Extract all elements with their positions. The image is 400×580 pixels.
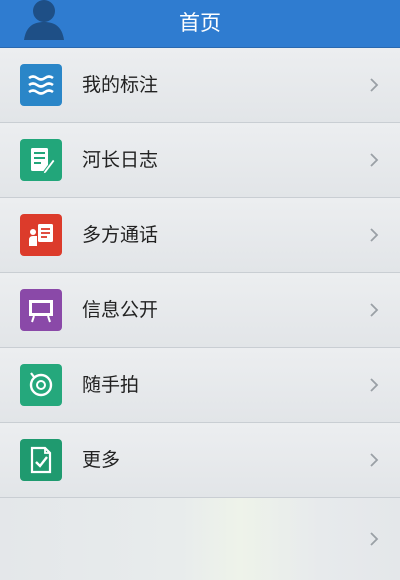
menu-item-label: 随手拍 — [82, 374, 140, 396]
chevron-right-icon — [368, 151, 380, 169]
camera-icon — [20, 364, 62, 406]
menu-item-label: 多方通话 — [82, 224, 159, 246]
menu-list: 我的标注 河长日志 多方通话 信息公开 随手拍 更多 — [0, 48, 400, 580]
menu-item-label: 信息公开 — [82, 299, 159, 321]
menu-item-label: 更多 — [82, 449, 121, 471]
page-title: 首页 — [179, 11, 221, 35]
presentation-board-icon — [20, 289, 62, 331]
chevron-right-icon — [368, 301, 380, 319]
chevron-right-icon — [368, 451, 380, 469]
menu-item-river-chief-log[interactable]: 河长日志 — [0, 123, 400, 198]
chevron-right-icon — [368, 226, 380, 244]
waves-icon — [20, 64, 62, 106]
top-bar: 首页 — [0, 0, 400, 48]
menu-item-more[interactable]: 更多 — [0, 423, 400, 498]
menu-item-label: 河长日志 — [82, 149, 159, 171]
menu-item-label: 我的标注 — [82, 74, 159, 96]
chevron-right-icon — [368, 376, 380, 394]
menu-item-my-annotations[interactable]: 我的标注 — [0, 48, 400, 123]
conference-icon — [20, 214, 62, 256]
empty-list-row[interactable] — [0, 498, 400, 580]
chevron-right-icon — [368, 76, 380, 94]
menu-item-conference-call[interactable]: 多方通话 — [0, 198, 400, 273]
journal-icon — [20, 139, 62, 181]
chevron-right-icon — [368, 530, 380, 548]
menu-item-info-disclosure[interactable]: 信息公开 — [0, 273, 400, 348]
document-check-icon — [20, 439, 62, 481]
menu-item-snapshot[interactable]: 随手拍 — [0, 348, 400, 423]
